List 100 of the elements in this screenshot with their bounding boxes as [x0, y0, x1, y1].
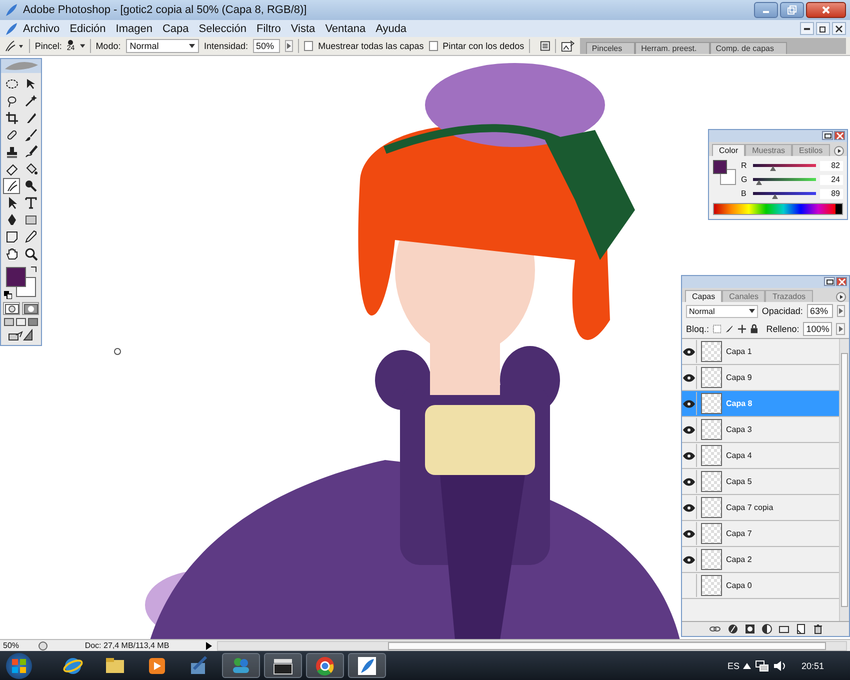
move-cross-icon[interactable]: [738, 324, 746, 334]
caret-up-icon[interactable]: [743, 662, 752, 668]
default-colors-icon[interactable]: [4, 291, 12, 299]
horizontal-scrollbar[interactable]: [217, 640, 847, 650]
language-indicator[interactable]: ES: [727, 660, 740, 670]
adjustment-layer-icon[interactable]: [762, 624, 772, 634]
taskbar-button[interactable]: [348, 653, 386, 678]
visibility-toggle[interactable]: [682, 444, 697, 467]
slider-thumb[interactable]: [770, 166, 776, 171]
menu-item[interactable]: Edición: [64, 22, 111, 34]
menu-item[interactable]: Selección: [194, 22, 252, 34]
menu-item[interactable]: Ventana: [320, 22, 371, 34]
visibility-toggle[interactable]: [682, 340, 697, 363]
fill-field[interactable]: 100%: [803, 322, 832, 336]
menu-item[interactable]: Capa: [157, 22, 194, 34]
palette-tab[interactable]: Herram. preest.: [635, 42, 710, 54]
channel-value-field[interactable]: 82: [820, 160, 843, 170]
network-icon[interactable]: [755, 660, 770, 672]
color-ramp[interactable]: [713, 203, 843, 215]
fill-slider-button[interactable]: [836, 323, 845, 335]
opacity-slider-button[interactable]: [836, 305, 845, 317]
trash-icon[interactable]: [812, 624, 822, 634]
intensity-field[interactable]: 50%: [252, 39, 280, 53]
crop-tool-button[interactable]: [3, 110, 20, 126]
taskbar-button[interactable]: [264, 653, 302, 678]
clock[interactable]: 20:51: [801, 660, 824, 670]
start-button[interactable]: [6, 652, 32, 678]
document-restore-button[interactable]: [816, 22, 830, 35]
layer-row[interactable]: Capa 1: [682, 339, 839, 365]
panel-collapse-button[interactable]: [822, 131, 833, 140]
zoom-preview-icon[interactable]: [38, 640, 48, 650]
palette-tab[interactable]: Pinceles: [586, 42, 636, 54]
image-export-icon[interactable]: [561, 39, 575, 53]
panel-menu-icon[interactable]: [836, 292, 846, 302]
layer-row[interactable]: Capa 0: [682, 573, 839, 599]
layer-style-icon[interactable]: [728, 624, 738, 634]
intensity-slider-button[interactable]: [284, 40, 294, 52]
layer-row[interactable]: Capa 4: [682, 443, 839, 469]
standard-screen-icon[interactable]: [4, 318, 14, 326]
color-swatches[interactable]: [713, 160, 737, 186]
checkbox[interactable]: [304, 41, 314, 51]
padlock-icon[interactable]: [750, 324, 758, 334]
layer-mask-icon[interactable]: [744, 624, 754, 634]
quick-mask-button[interactable]: [22, 302, 39, 315]
visibility-toggle[interactable]: [682, 522, 697, 545]
new-layer-icon[interactable]: [796, 624, 806, 634]
taskbar-button[interactable]: [306, 653, 344, 678]
link-icon[interactable]: [708, 625, 720, 633]
panel-menu-icon[interactable]: [834, 146, 844, 156]
visibility-toggle[interactable]: [682, 496, 697, 519]
checkbox[interactable]: [428, 41, 438, 51]
slider-thumb[interactable]: [756, 180, 762, 185]
panel-collapse-button[interactable]: [824, 277, 835, 286]
panel-tab[interactable]: Capas: [685, 290, 722, 302]
panel-tab[interactable]: Trazados: [765, 290, 813, 302]
eyedropper-tool-button[interactable]: [22, 229, 39, 245]
panel-tab[interactable]: Color: [712, 144, 746, 156]
layer-row[interactable]: Capa 2: [682, 547, 839, 573]
folder-icon[interactable]: [778, 624, 788, 634]
blend-mode-dropdown[interactable]: Normal: [686, 304, 758, 318]
menu-item[interactable]: Ayuda: [370, 22, 412, 34]
standard-mode-button[interactable]: [3, 302, 20, 315]
zoom-field[interactable]: 50%: [3, 641, 33, 650]
layer-row[interactable]: Capa 3: [682, 417, 839, 443]
panel-close-button[interactable]: [836, 277, 847, 286]
document-close-button[interactable]: [832, 22, 846, 35]
minimize-button[interactable]: [754, 2, 778, 18]
panel-close-button[interactable]: [834, 131, 845, 140]
palette-tab[interactable]: Comp. de capas: [710, 42, 787, 54]
channel-value-field[interactable]: 24: [820, 174, 843, 184]
brush-icon[interactable]: [725, 324, 734, 334]
menu-item[interactable]: Vista: [286, 22, 320, 34]
layer-row[interactable]: Capa 7: [682, 521, 839, 547]
visibility-toggle[interactable]: [682, 366, 697, 389]
menu-item[interactable]: Archivo: [18, 22, 65, 34]
lock-transparency-icon[interactable]: [713, 324, 722, 334]
restore-button[interactable]: [780, 2, 804, 18]
document-minimize-button[interactable]: [800, 22, 814, 35]
layer-row[interactable]: Capa 7 copia: [682, 495, 839, 521]
visibility-toggle[interactable]: [682, 392, 697, 415]
layer-row[interactable]: Capa 9: [682, 365, 839, 391]
speaker-icon[interactable]: [773, 660, 788, 672]
visibility-toggle[interactable]: [682, 470, 697, 493]
panel-tab[interactable]: Estilos: [792, 144, 830, 156]
panel-tab[interactable]: Canales: [722, 290, 766, 302]
panel-tab[interactable]: Muestras: [745, 144, 792, 156]
menu-item[interactable]: Filtro: [251, 22, 286, 34]
mode-dropdown[interactable]: Normal: [126, 39, 199, 53]
tool-preset-picker[interactable]: [4, 39, 24, 53]
finger-smudge-tool-button[interactable]: [3, 178, 20, 194]
color-swatches[interactable]: [6, 267, 36, 297]
jump-to-app-icon[interactable]: [8, 329, 34, 341]
menu-item[interactable]: Imagen: [110, 22, 158, 34]
caret-icon[interactable]: [80, 44, 85, 48]
visibility-toggle[interactable]: [682, 418, 697, 441]
palette-browser-icon[interactable]: [540, 40, 550, 52]
status-menu-arrow-icon[interactable]: [206, 642, 212, 650]
menu-screen-icon[interactable]: [16, 318, 26, 326]
visibility-toggle[interactable]: [682, 548, 697, 571]
close-button[interactable]: [806, 2, 846, 18]
